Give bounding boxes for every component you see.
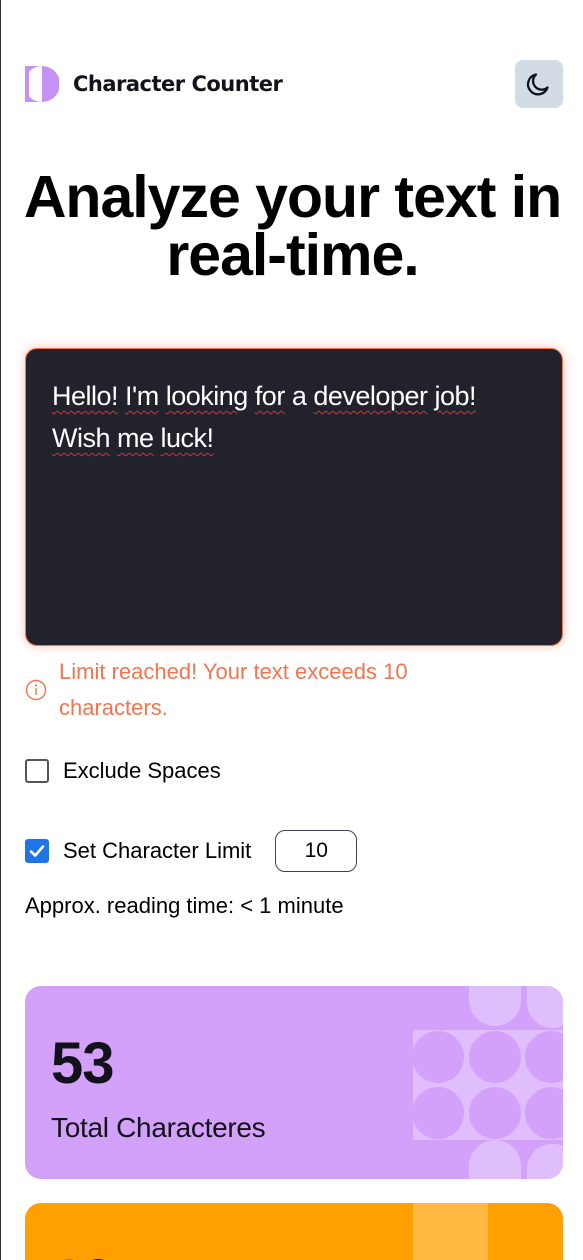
editor-word: looking — [165, 381, 249, 411]
editor-word: a — [291, 381, 307, 411]
error-text-line-2: characters. — [59, 695, 168, 720]
exclude-spaces-checkbox[interactable] — [25, 759, 49, 783]
editor-word: for — [254, 381, 286, 411]
limit-error-message: Limit reached! Your text exceeds 10 char… — [25, 654, 545, 726]
app-header: Character Counter — [25, 60, 563, 108]
editor-word: I'm — [125, 381, 159, 411]
error-text-line-1: Limit reached! Your text exceeds 10 — [59, 659, 408, 684]
editor-word: me — [117, 423, 154, 453]
brand-name: Character Counter — [73, 72, 283, 96]
total-characters-value: 53 — [51, 1031, 115, 1096]
text-input-area[interactable]: Hello! I'm looking for a developer job! … — [25, 348, 563, 646]
editor-word: Wish — [52, 423, 111, 453]
half-circle-logo-icon — [25, 66, 59, 102]
character-limit-option: Set Character Limit — [25, 830, 358, 872]
stripe-pattern-decoration — [413, 1203, 488, 1260]
moon-icon — [526, 73, 549, 96]
exclude-spaces-option[interactable]: Exclude Spaces — [25, 758, 221, 784]
circle-pattern-decoration — [412, 986, 563, 1179]
word-count-card: 10 — [25, 1203, 563, 1260]
page-headline: Analyze your text in real-time. — [1, 168, 583, 285]
character-limit-input[interactable] — [275, 830, 358, 872]
info-icon — [25, 679, 47, 701]
character-limit-checkbox[interactable] — [25, 839, 49, 863]
checkmark-icon — [29, 845, 45, 857]
theme-toggle-button[interactable] — [515, 60, 563, 108]
total-characters-label: Total Characteres — [51, 1112, 266, 1143]
headline-line-2: real-time. — [166, 222, 419, 288]
editor-word: developer — [313, 381, 428, 411]
word-count-value: 10 — [51, 1247, 115, 1260]
exclude-spaces-label: Exclude Spaces — [63, 758, 221, 783]
total-characters-card: 53 Total Characteres — [25, 986, 563, 1179]
editor-word: job! — [434, 381, 477, 411]
reading-time: Approx. reading time: < 1 minute — [25, 893, 344, 918]
brand[interactable]: Character Counter — [25, 63, 283, 105]
headline-line-1: Analyze your text in — [23, 164, 562, 230]
character-limit-label: Set Character Limit — [63, 838, 252, 863]
editor-word: luck! — [160, 423, 215, 453]
editor-word: Hello! — [52, 381, 119, 411]
